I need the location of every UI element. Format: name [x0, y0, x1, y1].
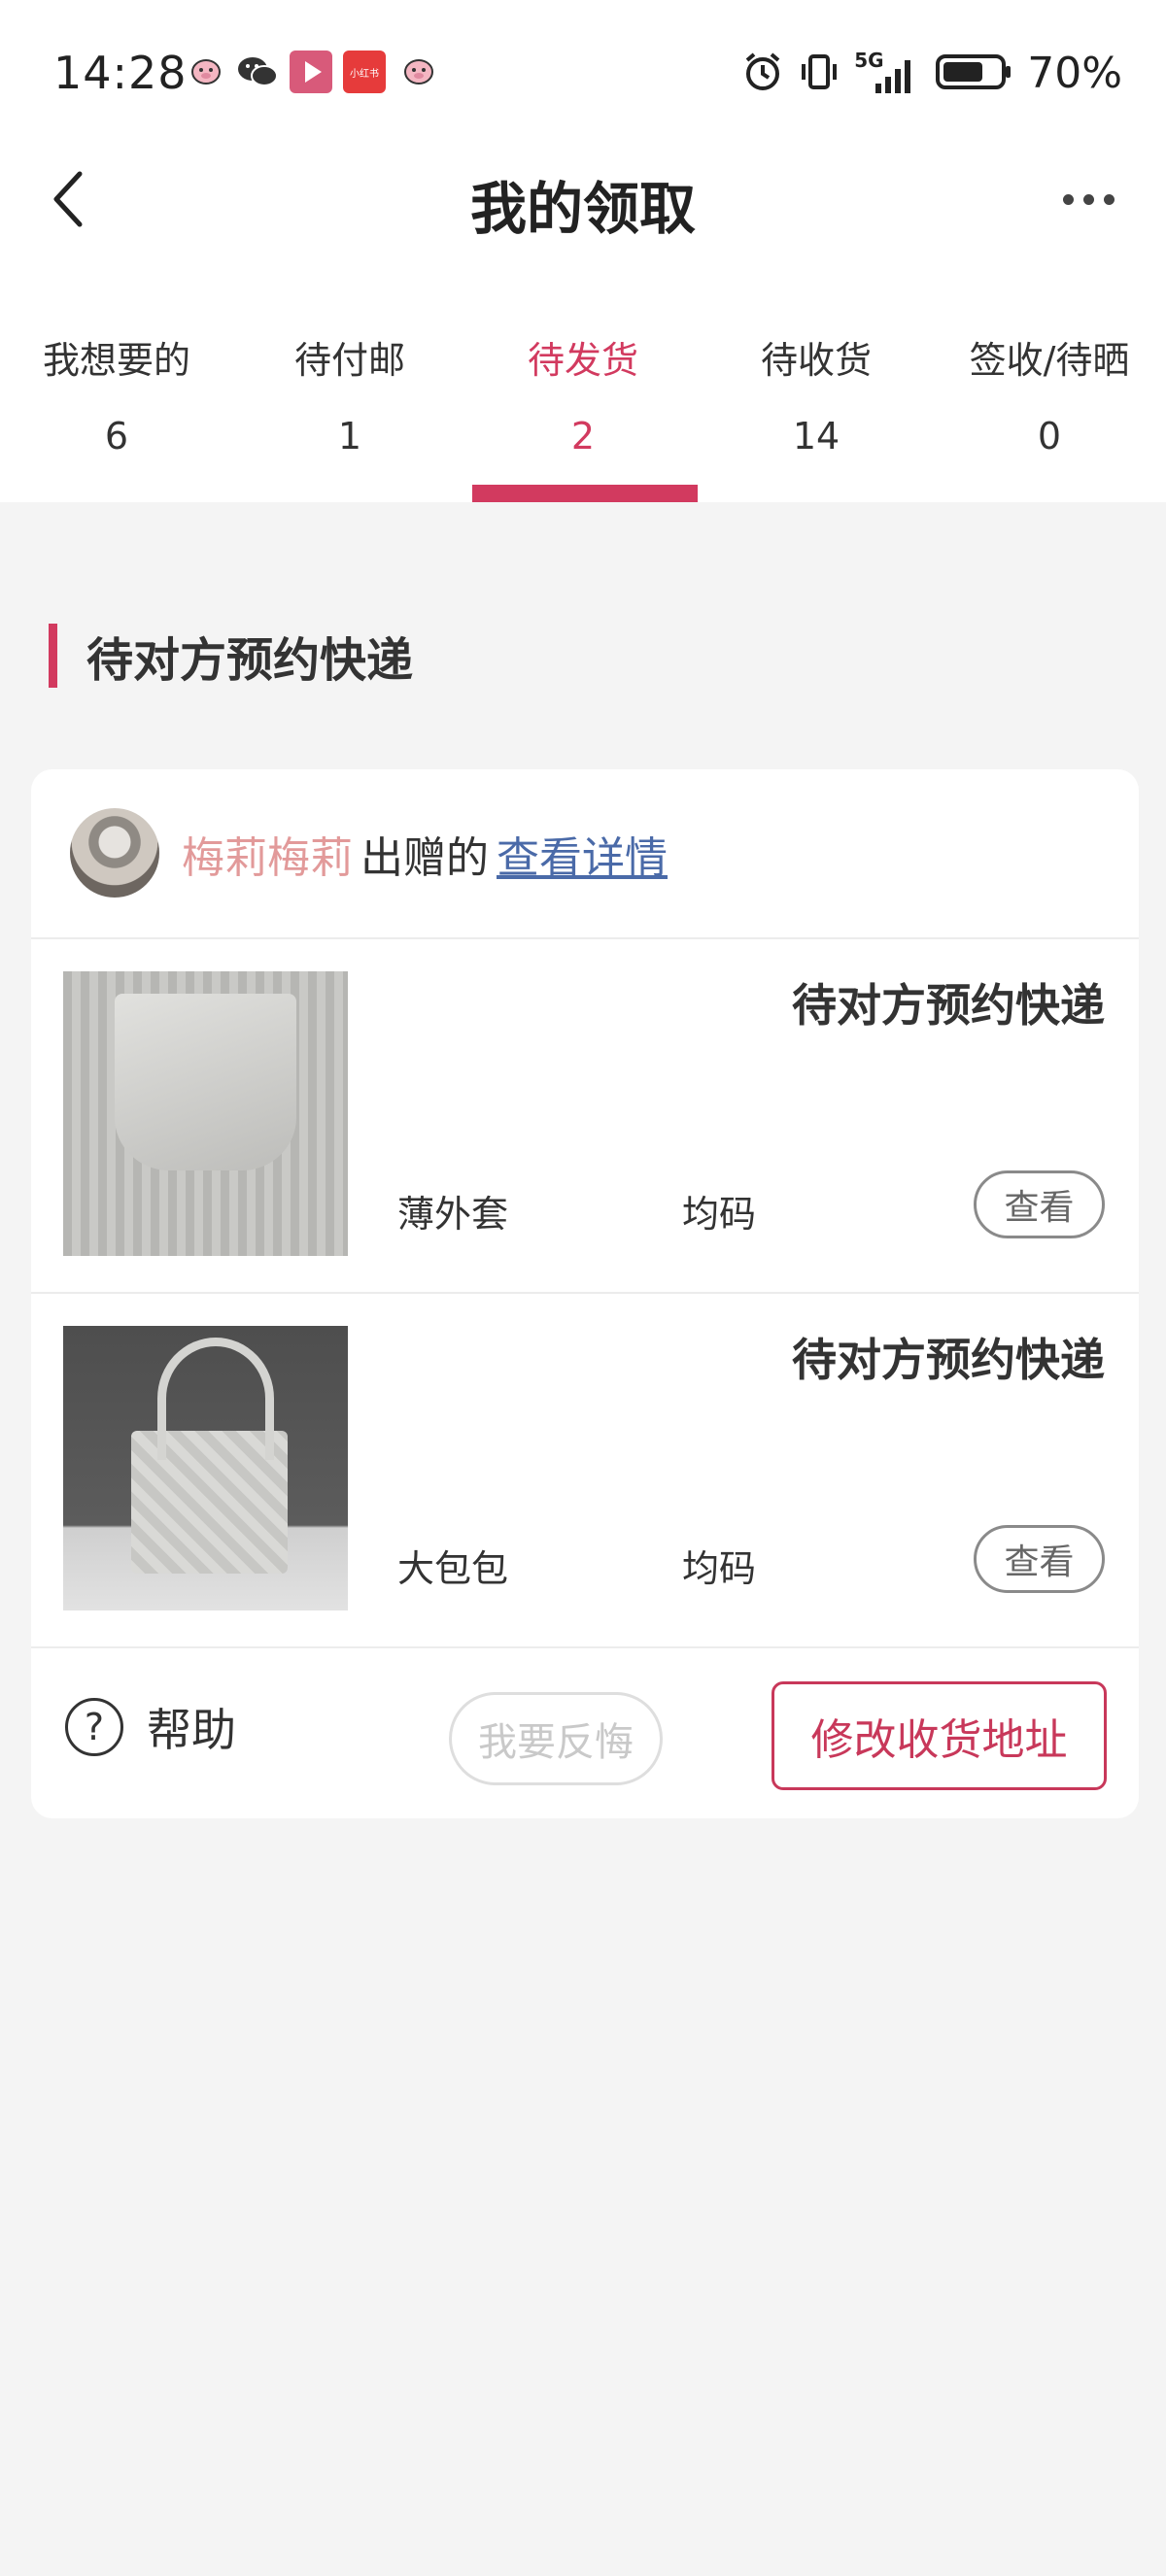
more-dot-icon [1082, 193, 1094, 205]
tab-signed-review[interactable]: 签收/待晒 0 [933, 309, 1166, 503]
item-name: 大包包 [397, 1547, 509, 1590]
giver-name[interactable]: 梅莉梅莉 [182, 833, 353, 883]
wechat-icon [236, 54, 279, 89]
vibrate-icon [798, 51, 840, 97]
item-status: 待对方预约快递 [792, 1334, 1105, 1386]
pig-app-icon [402, 54, 435, 87]
tab-count: 14 [792, 415, 840, 458]
item-size: 均码 [682, 1547, 757, 1590]
video-app-icon [290, 51, 332, 93]
section-header: 待对方预约快递 [49, 622, 413, 690]
status-tabs: 我想要的 6 待付邮 1 待发货 2 待收货 14 签收/待晒 0 [0, 309, 1166, 503]
giver-line: 梅莉梅莉 出赠的 查看详情 [182, 823, 668, 885]
tab-label: 待收货 [760, 339, 872, 382]
more-options-button[interactable] [1049, 175, 1127, 223]
page-title: 我的领取 [469, 176, 696, 242]
list-item[interactable]: 待对方预约快递 大包包 均码 查看 [31, 1294, 1139, 1648]
status-bar: 14:28 小红书 5G 70% [0, 0, 1166, 146]
item-size: 均码 [682, 1193, 757, 1236]
view-button[interactable]: 查看 [974, 1170, 1105, 1238]
battery-percentage: 70% [1027, 49, 1122, 98]
tab-count: 6 [104, 415, 129, 458]
tab-label: 待付邮 [293, 339, 405, 382]
giver-suffix: 出赠的 [360, 833, 489, 883]
list-item[interactable]: 待对方预约快递 薄外套 均码 查看 [31, 939, 1139, 1294]
battery-icon [936, 52, 1013, 95]
view-details-link[interactable]: 查看详情 [497, 833, 668, 883]
pig-app-icon [189, 54, 223, 87]
tab-label: 签收/待晒 [969, 339, 1130, 382]
xiaohongshu-label: 小红书 [350, 68, 379, 80]
more-dot-icon [1062, 193, 1074, 205]
order-card: 梅莉梅莉 出赠的 查看详情 待对方预约快递 薄外套 均码 查看 待对方预约快递 大包… [31, 769, 1139, 1818]
tab-pending-receipt[interactable]: 待收货 14 [700, 309, 933, 503]
tab-pending-postage[interactable]: 待付邮 1 [233, 309, 466, 503]
tab-count: 2 [570, 415, 596, 458]
avatar[interactable] [70, 808, 159, 898]
tab-count: 1 [337, 415, 362, 458]
tab-wanted[interactable]: 我想要的 6 [0, 309, 233, 503]
tab-label: 我想要的 [42, 339, 190, 382]
edit-address-button[interactable]: 修改收货地址 [772, 1681, 1107, 1790]
help-button[interactable]: ? 帮助 [65, 1695, 236, 1759]
status-right-group: 5G 70% [741, 49, 1122, 98]
nav-bar: 我的领取 [0, 146, 1166, 253]
tab-label: 待发货 [527, 339, 638, 382]
item-image[interactable] [63, 971, 348, 1256]
item-image[interactable] [63, 1326, 348, 1610]
xiaohongshu-icon: 小红书 [343, 51, 386, 93]
alarm-icon [741, 51, 784, 97]
tab-pending-shipment[interactable]: 待发货 2 [466, 309, 700, 503]
status-time: 14:28 [53, 47, 188, 99]
section-title: 待对方预约快递 [86, 633, 414, 688]
card-header: 梅莉梅莉 出赠的 查看详情 [31, 769, 1139, 939]
regret-button[interactable]: 我要反悔 [449, 1692, 663, 1785]
help-label: 帮助 [147, 1704, 236, 1756]
tab-count: 0 [1037, 415, 1062, 458]
question-circle-icon: ? [65, 1698, 123, 1756]
active-tab-indicator [472, 485, 698, 502]
item-status: 待对方预约快递 [792, 979, 1105, 1032]
signal-5g-icon: 5G [854, 49, 922, 95]
section-accent-bar [49, 624, 57, 688]
more-dot-icon [1103, 193, 1115, 205]
item-name: 薄外套 [397, 1193, 509, 1236]
view-button[interactable]: 查看 [974, 1525, 1105, 1593]
card-footer: ? 帮助 我要反悔 修改收货地址 [31, 1648, 1139, 1818]
